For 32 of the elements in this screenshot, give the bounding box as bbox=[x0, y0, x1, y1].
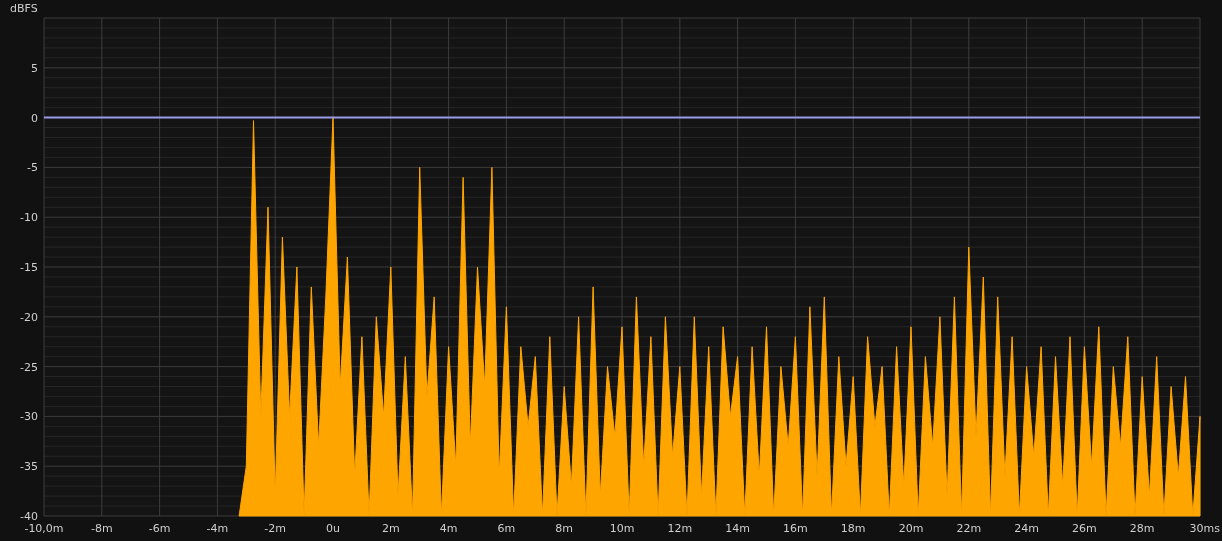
tick-label: -10,0m bbox=[24, 522, 64, 535]
tick-label: 24m bbox=[1014, 522, 1039, 535]
tick-label: -2m bbox=[264, 522, 287, 535]
tick-label: 14m bbox=[725, 522, 750, 535]
tick-label: 8m bbox=[555, 522, 574, 535]
tick-label: -15 bbox=[20, 261, 38, 274]
tick-label: 22m bbox=[956, 522, 982, 535]
tick-label: 16m bbox=[783, 522, 808, 535]
tick-label: 18m bbox=[840, 522, 866, 535]
tick-label: -40 bbox=[20, 510, 38, 523]
tick-label: -35 bbox=[20, 460, 38, 474]
tick-label: 26m bbox=[1072, 522, 1097, 535]
tick-label: -25 bbox=[20, 360, 38, 374]
tick-label: 0 bbox=[31, 111, 38, 125]
tick-label: -5 bbox=[27, 161, 38, 175]
axis-title: dBFS bbox=[10, 2, 38, 15]
tick-label: 2m bbox=[381, 522, 400, 535]
tick-label: 5 bbox=[31, 61, 38, 75]
tick-label: -8m bbox=[90, 522, 113, 535]
tick-label: 4m bbox=[439, 522, 458, 535]
tick-label: 12m bbox=[667, 522, 693, 535]
tick-label: -6m bbox=[148, 522, 171, 535]
tick-label: -20 bbox=[20, 310, 38, 324]
tick-label: -10 bbox=[20, 211, 38, 225]
tick-label: 20m bbox=[898, 522, 924, 535]
tick-label: 10m bbox=[609, 522, 635, 535]
tick-label: 30ms bbox=[1189, 522, 1220, 535]
tick-label: -4m bbox=[206, 522, 229, 535]
tick-label: 0u bbox=[326, 522, 340, 535]
tick-label: 28m bbox=[1129, 522, 1155, 535]
tick-label: -30 bbox=[20, 410, 38, 424]
tick-label: 6m bbox=[497, 522, 516, 535]
